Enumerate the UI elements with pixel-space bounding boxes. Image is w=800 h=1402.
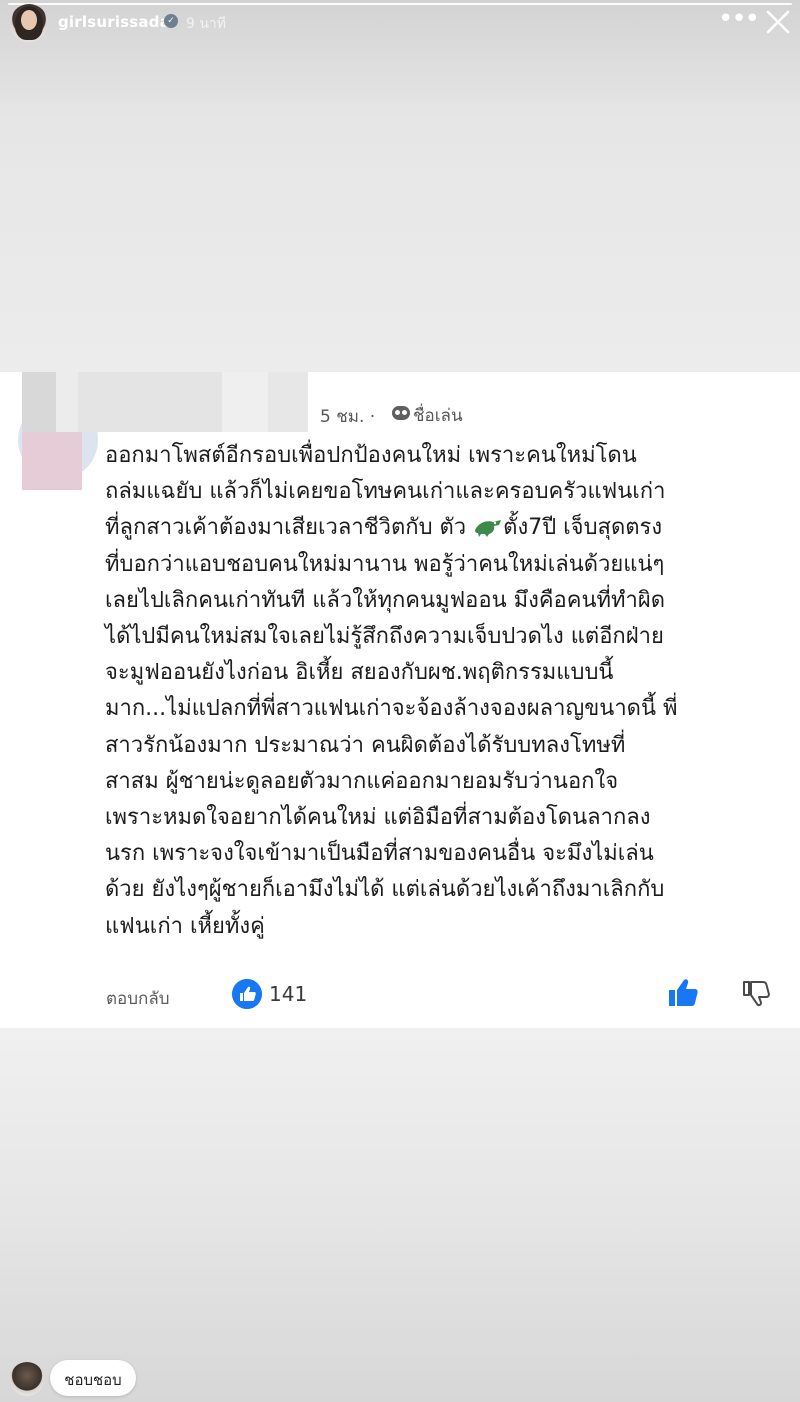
comment-line: เพราะหมดใจอยากได้คนใหม่ แต่อิมือที่สามต้… bbox=[105, 805, 651, 831]
verified-icon: ✓ bbox=[164, 14, 178, 28]
reaction-label: ชอบชอบ bbox=[64, 1371, 122, 1389]
comment-time: 5 ชม. · bbox=[320, 407, 376, 427]
comment-line: ถล่มแฉยับ แล้วก็ไม่เคยขอโทษคนเก่าและครอบ… bbox=[105, 479, 666, 505]
story-username[interactable]: girlsurissada bbox=[58, 13, 170, 31]
nickname-label: ชื่อเล่น bbox=[413, 406, 463, 426]
like-count: 141 bbox=[269, 982, 308, 1006]
comment-line: นรก เพราะจงใจเข้ามาเป็นมือที่สามของคนอื่… bbox=[105, 841, 654, 867]
comment-line: จะมูฟออนยังไงก่อน อิเหี้ย สยองกับผช.พฤติ… bbox=[105, 660, 614, 686]
comment-line: ด้วย ยังไงๆผู้ชายก็เอามึงไม่ได้ แต่เล่นด… bbox=[105, 877, 665, 903]
comment-line: ได้ไปมีคนใหม่สมใจเลยไม่รู้สึกถึงความเจ็บ… bbox=[105, 624, 664, 650]
story-header: girlsurissada ✓ 9 นาที ••• bbox=[0, 0, 800, 44]
comment-line: แฟนเก่า เหี้ยทั้งคู่ bbox=[105, 913, 265, 939]
blurred-commenter-name bbox=[22, 372, 308, 432]
crocodile-emoji-icon bbox=[475, 520, 502, 538]
viewer-avatar bbox=[10, 1362, 44, 1396]
comment-line: ออกมาโพสต์อีกรอบเพื่อปกป้องคนใหม่ เพราะค… bbox=[105, 443, 637, 468]
comment-line: เลยไปเลิกคนเก่าทันที แล้วให้ทุกคนมูฟออน … bbox=[105, 587, 666, 613]
comment-text: ออกมาโพสต์อีกรอบเพื่อปกป้องคนใหม่ เพราะค… bbox=[105, 438, 795, 945]
story-avatar[interactable] bbox=[10, 4, 48, 42]
reply-button[interactable]: ตอบกลับ bbox=[106, 985, 170, 1012]
story-background-bottom bbox=[0, 1028, 800, 1402]
comment-line: สาวรักน้องมาก ประมาณว่า คนผิดต้องได้รับบ… bbox=[105, 732, 626, 758]
comment-line: ที่ลูกสาวเค้าต้องมาเสียเวลาชีวิตกับ ตัว … bbox=[105, 515, 663, 541]
reaction-pill[interactable]: ชอบชอบ bbox=[50, 1360, 136, 1396]
gamepad-icon bbox=[392, 406, 410, 420]
comment-line: มาก...ไม่แปลกที่พี่สาวแฟนเก่าจะจ้องล้างจ… bbox=[105, 696, 678, 722]
more-horizontal-icon[interactable]: ••• bbox=[718, 6, 760, 36]
comment-line: สาสม ผู้ชายน่ะดูลอยตัวมากแค่ออกมายอมรับว… bbox=[105, 768, 619, 794]
like-reaction-icon bbox=[232, 979, 262, 1009]
blurred-avatar-patch bbox=[22, 432, 82, 490]
thumbs-down-icon[interactable] bbox=[740, 978, 772, 1010]
story-background-top bbox=[0, 0, 800, 372]
close-icon[interactable] bbox=[762, 6, 794, 38]
comment-line: ที่บอกว่าแอบชอบคนใหม่มานาน พอรู้ว่าคนใหม… bbox=[105, 551, 665, 577]
thumbs-up-icon[interactable] bbox=[666, 976, 700, 1010]
story-time: 9 นาที bbox=[186, 16, 227, 32]
